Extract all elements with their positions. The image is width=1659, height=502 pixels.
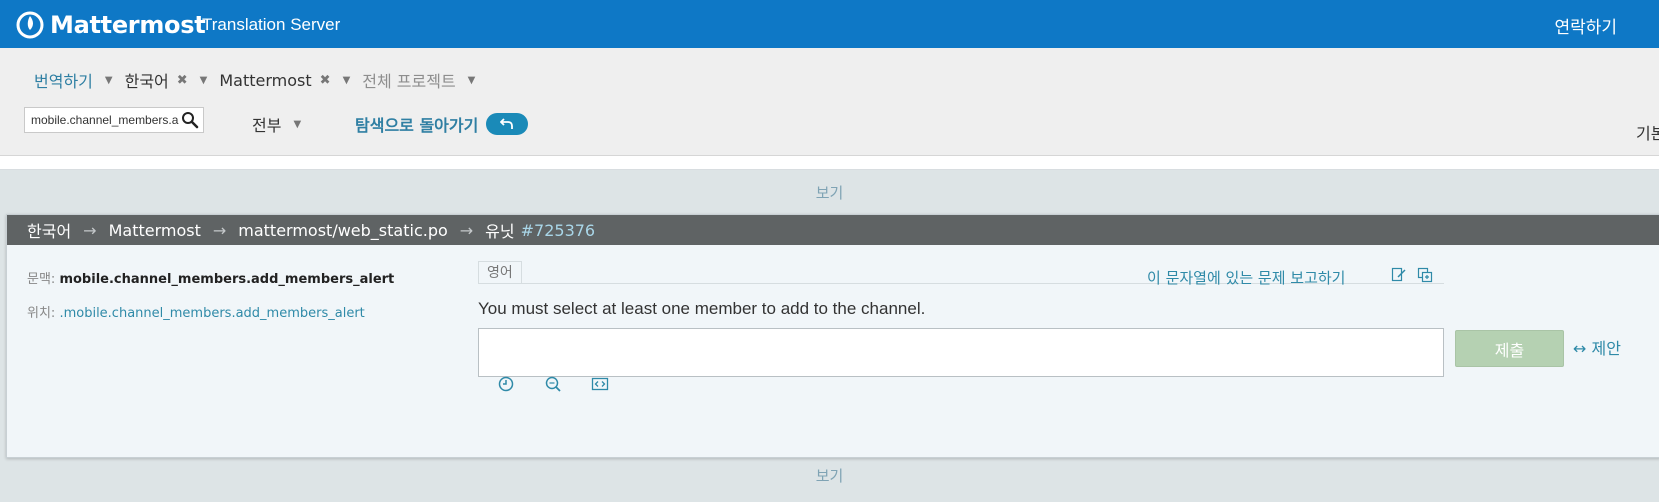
crumb-label: Mattermost — [219, 70, 312, 90]
contact-link[interactable]: 연락하기 — [1554, 13, 1617, 38]
caret-down-icon[interactable]: ▼ — [200, 75, 208, 86]
search-icon[interactable] — [181, 111, 199, 129]
unit-label: 유닛 — [485, 222, 515, 241]
unit-path-project[interactable]: Mattermost — [109, 221, 201, 240]
location-label: 위치: — [27, 306, 56, 321]
search-input[interactable] — [25, 108, 179, 132]
crumb-label: 번역하기 — [34, 72, 93, 91]
history-icon[interactable] — [497, 375, 515, 393]
crumb-language[interactable]: 한국어 ✖ ▼ — [125, 68, 208, 92]
caret-down-icon: ▼ — [293, 118, 302, 130]
copy-icon[interactable] — [1417, 267, 1433, 283]
location-link[interactable]: .mobile.channel_members.add_members_aler… — [59, 306, 364, 321]
back-to-search-link[interactable]: 탐색으로 돌아가기 — [355, 112, 529, 136]
remove-icon[interactable]: ✖ — [320, 73, 331, 88]
unit-path-file[interactable]: mattermost/web_static.po — [238, 221, 448, 240]
code-icon[interactable] — [591, 375, 609, 393]
brand-name: Mattermost — [50, 11, 206, 39]
submit-button[interactable]: 제출 — [1455, 330, 1564, 367]
arrow-icon: → — [459, 220, 474, 240]
brand-logo[interactable]: Mattermost — [16, 11, 206, 39]
search-box — [24, 107, 204, 133]
caret-down-icon[interactable]: ▼ — [343, 75, 351, 86]
translation-box — [478, 328, 1444, 377]
return-arrow-icon — [500, 118, 514, 129]
back-button[interactable] — [486, 113, 529, 135]
suggest-link[interactable]: ↔ 제안 — [1573, 335, 1621, 359]
crumb-label: 한국어 — [124, 72, 169, 91]
source-language-tab[interactable]: 영어 — [478, 261, 522, 284]
location-row: 위치: .mobile.channel_members.add_members_… — [27, 302, 365, 321]
report-issue-link[interactable]: 이 문자열에 있는 문제 보고하기 — [1147, 267, 1345, 288]
back-label: 탐색으로 돌아가기 — [355, 116, 479, 135]
context-label: 문맥: — [27, 272, 56, 287]
mattermost-logo-icon — [16, 11, 44, 39]
unit-path-language[interactable]: 한국어 — [27, 218, 71, 242]
unit-header: 한국어 → Mattermost → mattermost/web_static… — [7, 215, 1659, 245]
navigation-strip: 번역하기 ▼ 한국어 ✖ ▼ Mattermost ✖ ▼ 전체 프로젝트 ▼ … — [0, 48, 1659, 156]
search-translations-icon[interactable] — [544, 375, 562, 393]
context-value: mobile.channel_members.add_members_alert — [59, 272, 395, 287]
crumb-label: 전체 프로젝트 — [362, 72, 456, 91]
filter-dropdown[interactable]: 전부 ▼ — [252, 112, 301, 136]
filter-label: 전부 — [252, 116, 282, 135]
unit-breadcrumb: 한국어 → Mattermost → mattermost/web_static… — [27, 218, 595, 242]
arrow-icon: → — [212, 220, 227, 240]
caret-down-icon[interactable]: ▼ — [468, 75, 476, 86]
caret-down-icon[interactable]: ▼ — [105, 75, 113, 86]
translation-unit-panel: 한국어 → Mattermost → mattermost/web_static… — [6, 214, 1659, 458]
crumb-translate[interactable]: 번역하기 ▼ — [34, 68, 113, 92]
context-row: 문맥: mobile.channel_members.add_members_a… — [27, 268, 394, 287]
unit-id-link[interactable]: #725376 — [521, 221, 595, 240]
server-name: Translation Server — [202, 15, 341, 34]
divider-band — [0, 156, 1659, 170]
source-string: You must select at least one member to a… — [478, 299, 926, 318]
edit-icon[interactable] — [1391, 267, 1407, 283]
top-bar: Mattermost Translation Server 연락하기 — [0, 0, 1659, 48]
arrow-icon: → — [83, 220, 97, 240]
default-view-label[interactable]: 기본 — [1636, 120, 1659, 144]
crumb-project[interactable]: Mattermost ✖ ▼ — [219, 71, 350, 90]
crumb-all-projects[interactable]: 전체 프로젝트 ▼ — [362, 68, 475, 92]
view-link-top[interactable]: 보기 — [0, 182, 1659, 203]
view-link-bottom[interactable]: 보기 — [0, 465, 1659, 486]
breadcrumb: 번역하기 ▼ 한국어 ✖ ▼ Mattermost ✖ ▼ 전체 프로젝트 ▼ — [34, 68, 487, 92]
translation-input[interactable] — [479, 329, 1443, 376]
remove-icon[interactable]: ✖ — [177, 73, 188, 88]
